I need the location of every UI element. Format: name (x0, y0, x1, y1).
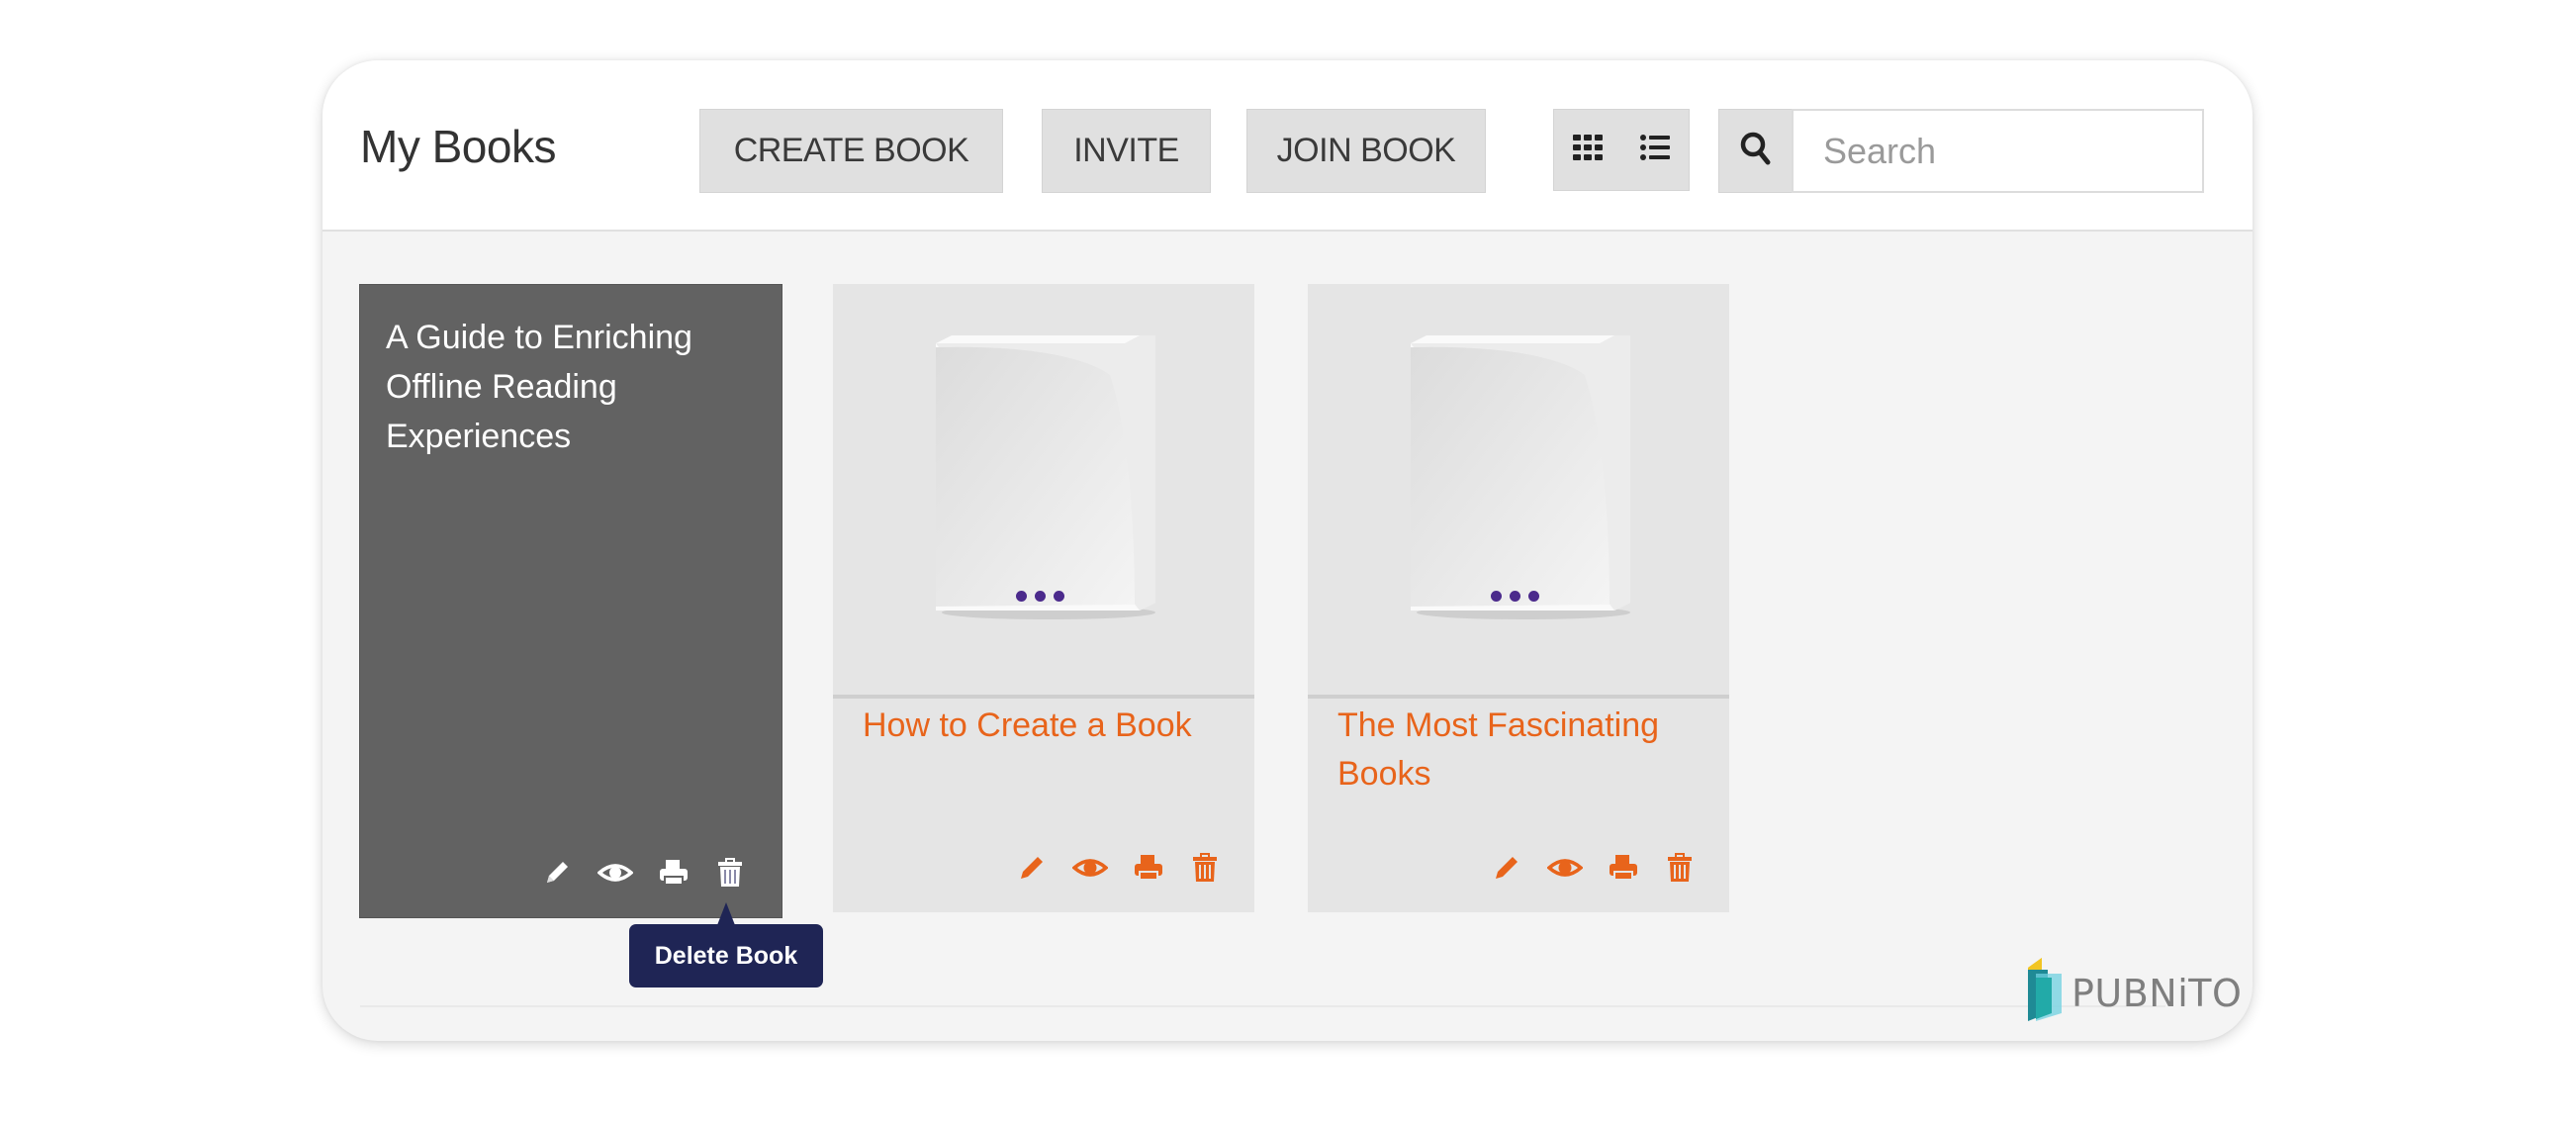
grid-view-icon (1573, 135, 1603, 165)
invite-button[interactable]: INVITE (1042, 109, 1211, 193)
book-cover-placeholder (936, 335, 1155, 619)
list-view-icon (1640, 135, 1670, 165)
book-cover-placeholder (1411, 335, 1630, 619)
book-title[interactable]: A Guide to Enriching Offline Reading Exp… (386, 313, 752, 461)
edit-icon[interactable] (541, 857, 573, 889)
footer-divider (360, 1005, 2165, 1007)
delete-icon[interactable] (1664, 852, 1696, 884)
join-book-button[interactable]: JOIN BOOK (1246, 109, 1486, 193)
book-cover-area[interactable] (1308, 284, 1729, 699)
search-button[interactable] (1718, 109, 1793, 193)
brand-logo: PUBNiTO (2026, 956, 2242, 1030)
edit-icon[interactable] (1491, 852, 1522, 884)
header-bar: My Books CREATE BOOK INVITE JOIN BOOK (322, 60, 2253, 232)
book-cover-area[interactable] (833, 284, 1254, 699)
cover-dots (1016, 591, 1064, 602)
book-card[interactable]: The Most Fascinating Books (1308, 284, 1729, 912)
brand-name: PUBNiTO (2071, 971, 2243, 1015)
book-title[interactable]: The Most Fascinating Books (1337, 702, 1703, 799)
view-icon[interactable] (1547, 852, 1583, 884)
edit-icon[interactable] (1016, 852, 1048, 884)
book-card[interactable]: A Guide to Enriching Offline Reading Exp… (359, 284, 782, 918)
my-books-panel: My Books CREATE BOOK INVITE JOIN BOOK Se… (322, 60, 2253, 1041)
delete-icon[interactable] (714, 857, 746, 889)
delete-icon[interactable] (1189, 852, 1221, 884)
book-actions (1016, 852, 1221, 884)
book-card[interactable]: How to Create a Book (833, 284, 1254, 912)
print-icon[interactable] (1608, 852, 1639, 884)
view-icon[interactable] (1072, 852, 1108, 884)
create-book-button[interactable]: CREATE BOOK (699, 109, 1003, 193)
print-icon[interactable] (1133, 852, 1164, 884)
list-view-button[interactable] (1621, 110, 1689, 190)
book-title[interactable]: How to Create a Book (863, 702, 1229, 750)
delete-book-tooltip: Delete Book (629, 902, 823, 987)
grid-view-button[interactable] (1554, 110, 1621, 190)
search-icon (1740, 132, 1772, 170)
cover-dots (1491, 591, 1539, 602)
book-actions (541, 857, 746, 889)
view-toggle (1553, 109, 1690, 191)
print-icon[interactable] (658, 857, 690, 889)
view-icon[interactable] (598, 857, 633, 889)
book-logo-icon (2026, 956, 2066, 1030)
page-title: My Books (360, 121, 556, 172)
book-actions (1491, 852, 1696, 884)
search-input[interactable] (1792, 109, 2204, 193)
